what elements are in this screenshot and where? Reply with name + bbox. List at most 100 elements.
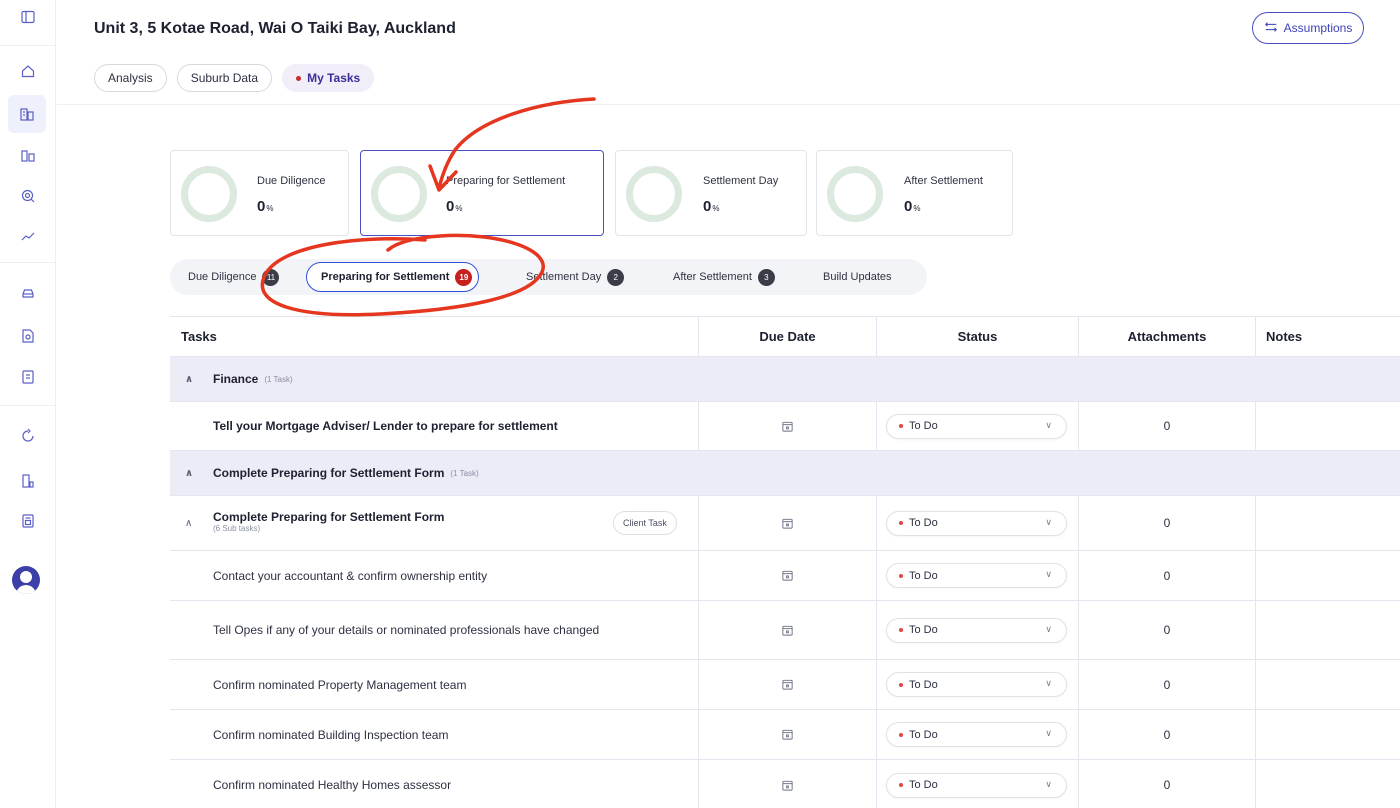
attachments-count: 0	[1163, 677, 1171, 692]
stage-card-value: 0%	[703, 198, 720, 215]
stage-tab-due-diligence[interactable]: Due Diligence 11	[188, 259, 280, 295]
page-title: Unit 3, 5 Kotae Road, Wai O Taiki Bay, A…	[94, 20, 456, 37]
calendar-icon[interactable]	[699, 496, 876, 550]
table-row: Tell Opes if any of your details or nomi…	[170, 601, 1400, 660]
stage-card-preparing-for-settlement[interactable]: Preparing for Settlement 0%	[360, 150, 604, 236]
tab-analysis[interactable]: Analysis	[94, 64, 167, 92]
count-badge: 2	[607, 268, 625, 286]
stage-tab-after-settlement[interactable]: After Settlement 3	[673, 259, 775, 295]
status-dropdown[interactable]: To Do ∨	[886, 617, 1067, 643]
stage-card-due-diligence[interactable]: Due Diligence 0%	[170, 150, 349, 236]
status-dropdown[interactable]: To Do ∨	[886, 772, 1067, 798]
compare-icon[interactable]	[17, 145, 39, 167]
chevron-down-icon: ∨	[1045, 623, 1052, 634]
task-group-finance[interactable]: ∧ Finance (1 Task)	[170, 357, 1400, 402]
stage-tab-settlement-day[interactable]: Settlement Day 2	[526, 259, 625, 295]
progress-ring	[626, 166, 682, 222]
group-title: Complete Preparing for Settlement Form	[213, 466, 445, 480]
calendar-icon[interactable]	[699, 601, 876, 659]
table-row: ∧ Complete Preparing for Settlement Form…	[170, 496, 1400, 551]
tab-label: Analysis	[108, 71, 153, 85]
chevron-up-icon[interactable]: ∧	[185, 518, 197, 529]
stage-tab-build-updates[interactable]: Build Updates	[823, 259, 892, 295]
report-icon[interactable]	[17, 366, 39, 388]
group-count: (1 Task)	[264, 374, 293, 384]
task-title: Complete Preparing for Settlement Form	[213, 510, 445, 524]
stage-card-label: After Settlement	[904, 175, 983, 187]
stage-card-label: Due Diligence	[257, 175, 326, 187]
stage-card-value: 0%	[257, 198, 274, 215]
assumptions-button[interactable]: Assumptions	[1252, 12, 1364, 44]
table-row: Confirm nominated Property Management te…	[170, 660, 1400, 710]
task-title: Confirm nominated Property Management te…	[213, 677, 467, 692]
table-row: Contact your accountant & confirm owners…	[170, 551, 1400, 601]
progress-ring	[181, 166, 237, 222]
stage-card-label: Settlement Day	[703, 175, 779, 187]
col-attachments: Attachments	[1127, 329, 1207, 344]
home-icon[interactable]	[17, 60, 39, 82]
subtask-count: (6 Sub tasks)	[213, 524, 261, 533]
chevron-down-icon: ∨	[1045, 569, 1052, 579]
document-search-icon[interactable]	[17, 325, 39, 347]
calendar-icon[interactable]	[699, 551, 876, 600]
chevron-up-icon[interactable]: ∧	[185, 374, 197, 385]
calendar-icon[interactable]	[699, 710, 876, 759]
stage-tabs: Due Diligence 11 Preparing for Settlement…	[170, 259, 927, 295]
status-dropdown[interactable]: To Do ∨	[886, 413, 1067, 439]
sidebar	[0, 0, 56, 808]
group-count: (1 Task)	[450, 468, 479, 478]
progress-ring	[371, 166, 427, 222]
status-dropdown[interactable]: To Do ∨	[886, 563, 1067, 588]
count-badge: 11	[262, 268, 280, 286]
table-row: Confirm nominated Healthy Homes assessor…	[170, 760, 1400, 808]
refresh-settings-icon[interactable]	[17, 425, 39, 447]
attachments-count: 0	[1163, 623, 1171, 637]
count-badge: 3	[757, 268, 775, 286]
chevron-down-icon: ∨	[1045, 419, 1052, 430]
building-chart-icon[interactable]	[17, 470, 39, 492]
file-icon[interactable]	[17, 510, 39, 532]
table-row: Tell your Mortgage Adviser/ Lender to pr…	[170, 402, 1400, 451]
task-title: Tell your Mortgage Adviser/ Lender to pr…	[213, 419, 558, 433]
progress-ring	[827, 166, 883, 222]
stage-tab-preparing-for-settlement[interactable]: Preparing for Settlement 19	[306, 262, 480, 292]
tab-suburb-data[interactable]: Suburb Data	[176, 64, 273, 92]
col-status: Status	[957, 329, 998, 344]
calendar-icon[interactable]	[699, 760, 876, 808]
stage-card-after-settlement[interactable]: After Settlement 0%	[816, 150, 1013, 236]
calendar-icon[interactable]	[699, 660, 876, 709]
calendar-icon[interactable]	[699, 402, 876, 450]
task-title: Contact your accountant & confirm owners…	[213, 568, 488, 583]
user-avatar[interactable]	[12, 566, 40, 594]
status-dropdown[interactable]: To Do ∨	[886, 672, 1067, 697]
chevron-down-icon: ∨	[1045, 778, 1052, 789]
attachments-count: 0	[1163, 419, 1171, 433]
sidebar-toggle-icon[interactable]	[17, 6, 39, 28]
tab-my-tasks[interactable]: My Tasks	[282, 64, 375, 92]
stage-card-label: Preparing for Settlement	[446, 175, 566, 187]
chevron-down-icon: ∨	[1045, 516, 1052, 527]
top-tabs: Analysis Suburb Data My Tasks	[94, 64, 375, 92]
chevron-up-icon[interactable]: ∧	[185, 468, 197, 479]
notification-dot	[296, 75, 302, 81]
client-task-tag: Client Task	[613, 511, 677, 535]
car-icon[interactable]	[17, 282, 39, 304]
buildings-icon[interactable]	[8, 95, 46, 133]
chevron-down-icon: ∨	[1045, 678, 1052, 688]
table-row: Confirm nominated Building Inspection te…	[170, 710, 1400, 760]
col-tasks: Tasks	[181, 329, 217, 344]
task-group-complete-form[interactable]: ∧ Complete Preparing for Settlement Form (…	[170, 451, 1400, 496]
col-notes: Notes	[1266, 329, 1303, 344]
assumptions-label: Assumptions	[1283, 21, 1353, 35]
count-badge: 19	[455, 268, 473, 286]
status-dropdown[interactable]: To Do ∨	[886, 510, 1067, 536]
task-title: Tell Opes if any of your details or nomi…	[213, 622, 600, 637]
trend-icon[interactable]	[17, 225, 39, 247]
stage-card-settlement-day[interactable]: Settlement Day 0%	[615, 150, 807, 236]
search-location-icon[interactable]	[17, 185, 39, 207]
task-title: Confirm nominated Healthy Homes assessor	[213, 778, 452, 792]
table-header: Tasks Due Date Status Attachments Notes	[170, 316, 1400, 357]
status-dropdown[interactable]: To Do ∨	[886, 722, 1067, 747]
tab-label: My Tasks	[307, 71, 361, 85]
group-title: Finance	[213, 372, 259, 386]
